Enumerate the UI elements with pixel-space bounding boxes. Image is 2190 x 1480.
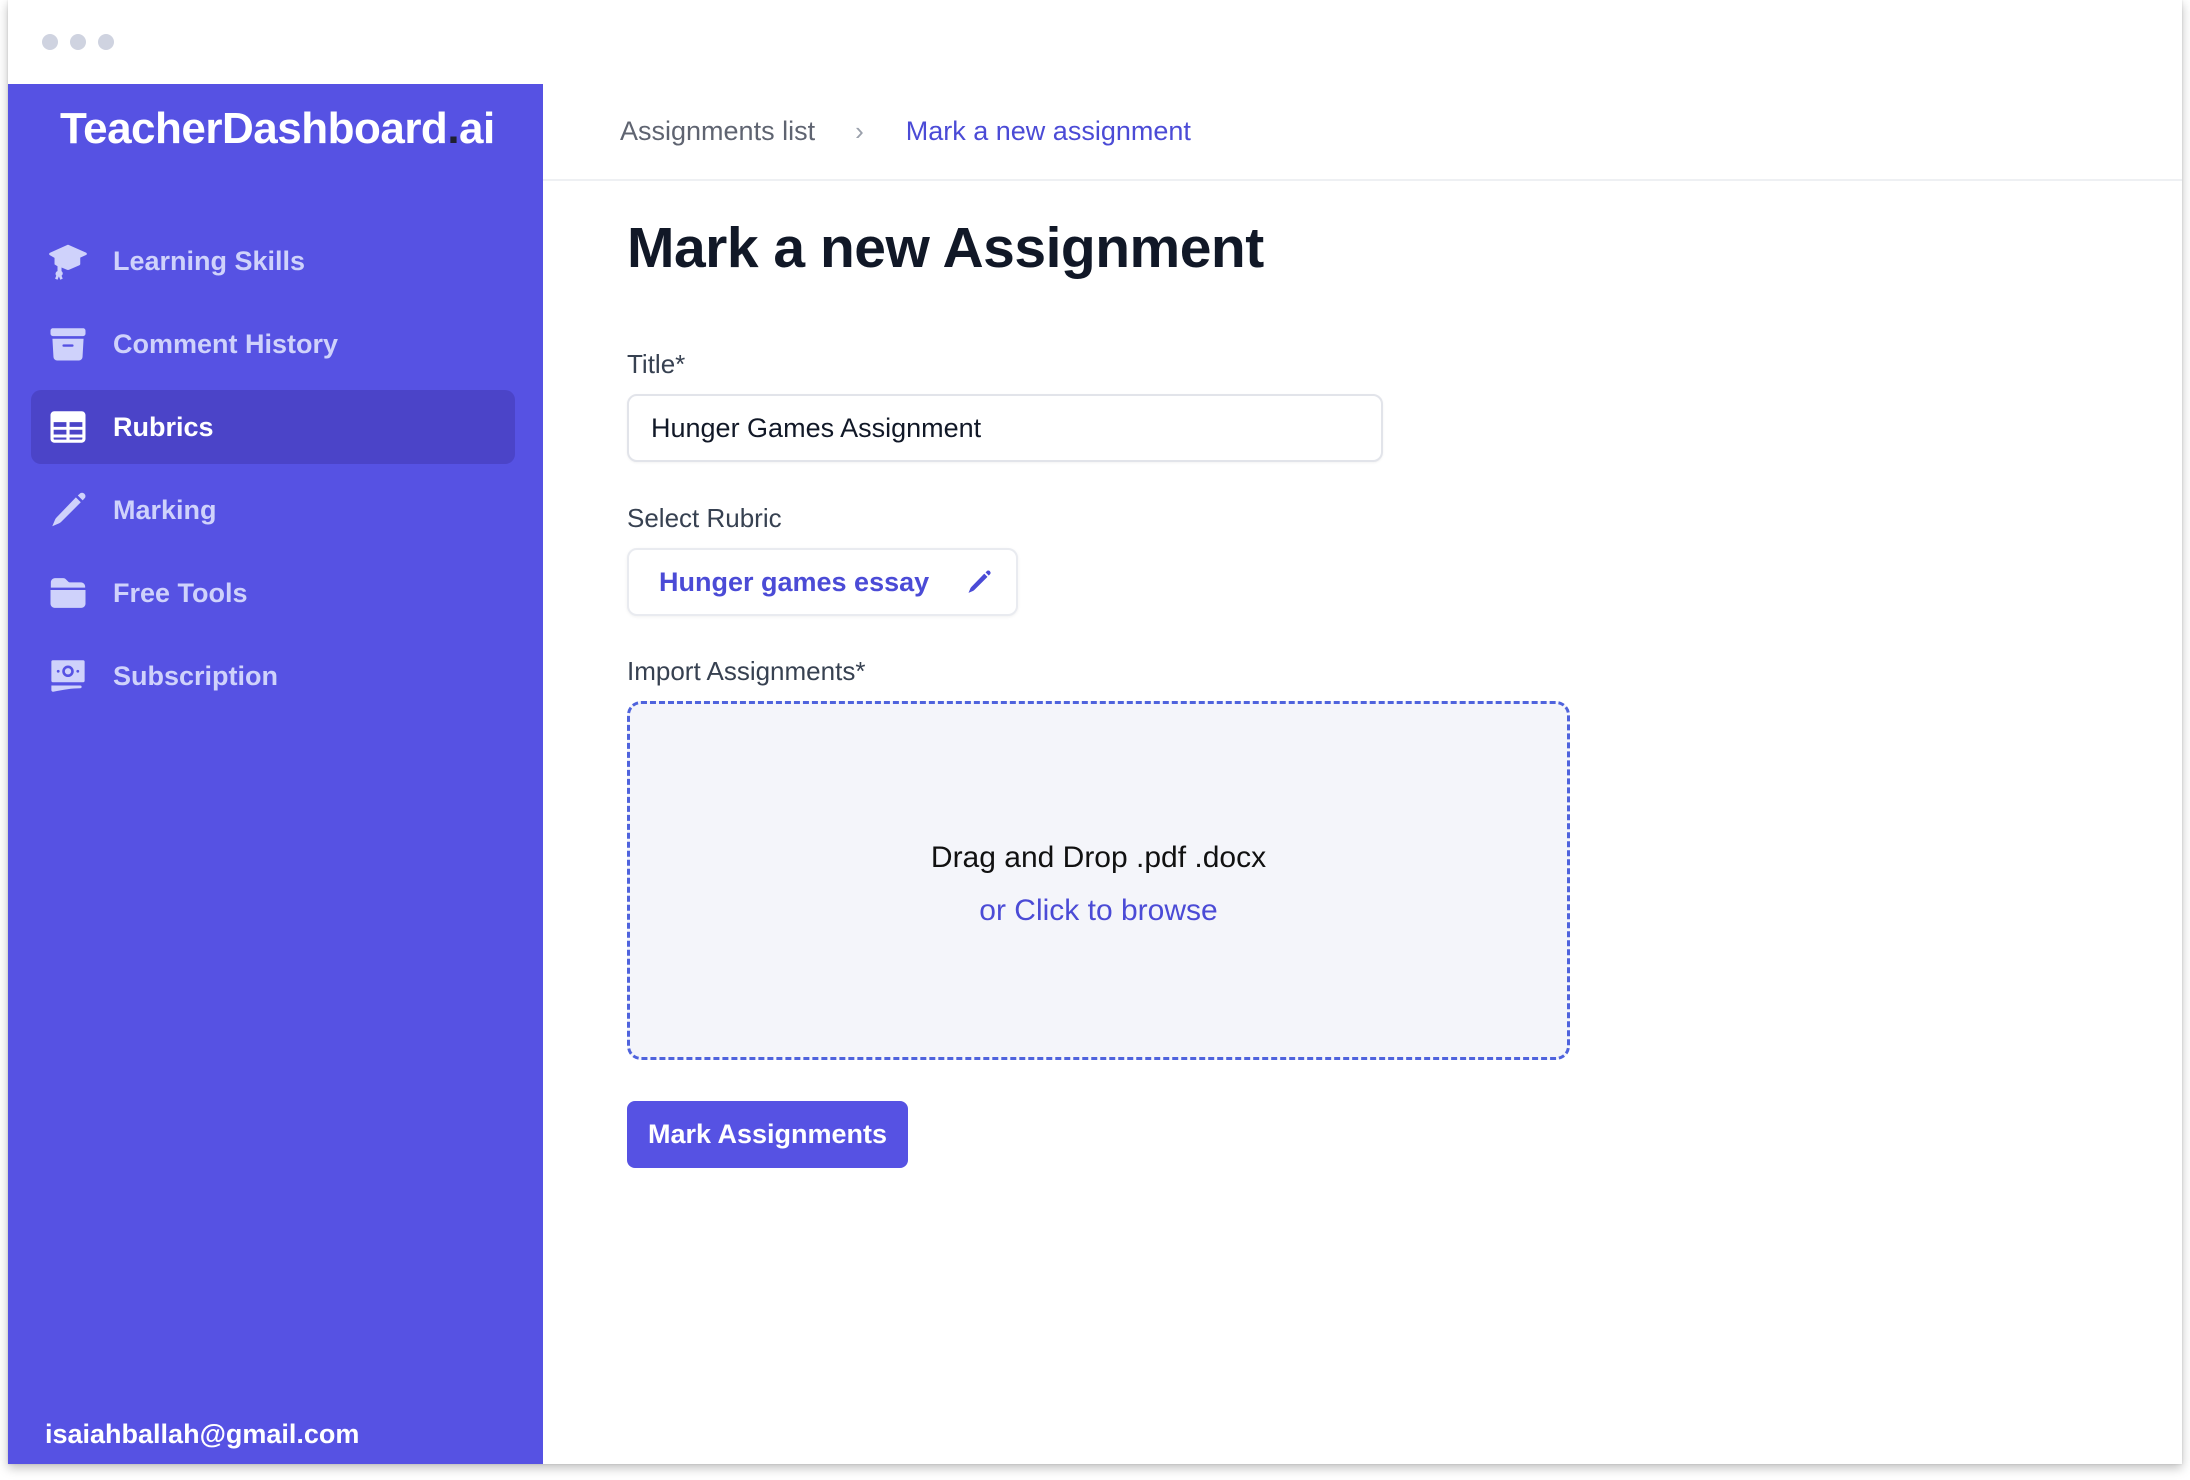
archive-box-icon	[47, 323, 89, 365]
sidebar-item-label: Comment History	[113, 328, 339, 359]
graduation-cap-icon	[47, 240, 89, 282]
sidebar-item-free-tools[interactable]: Free Tools	[31, 556, 515, 630]
app-window: TeacherDashboard.ai Learning Skills Comm…	[8, 0, 2182, 1464]
sidebar-item-label: Rubrics	[113, 411, 214, 442]
sidebar-item-rubrics[interactable]: Rubrics	[31, 390, 515, 464]
title-label: Title*	[627, 349, 686, 379]
selected-rubric: Hunger games essay	[659, 566, 930, 597]
sidebar-item-marking[interactable]: Marking	[31, 473, 515, 547]
sidebar-item-label: Learning Skills	[113, 245, 306, 276]
mark-assignments-button[interactable]: Mark Assignments	[627, 1101, 908, 1168]
browse-files-link[interactable]: or Click to browse	[630, 894, 1567, 928]
sidebar-item-learning-skills[interactable]: Learning Skills	[31, 224, 515, 298]
logo-main: TeacherDashboard	[60, 104, 448, 153]
sidebar-item-label: Marking	[113, 494, 217, 525]
sidebar-item-label: Subscription	[113, 660, 279, 691]
table-icon	[47, 406, 89, 448]
pencil-icon	[47, 489, 89, 531]
main-content: Assignments list › Mark a new assignment…	[543, 84, 2182, 1464]
title-bar	[8, 0, 2182, 84]
sidebar-item-subscription[interactable]: Subscription	[31, 639, 515, 713]
banknotes-icon	[47, 655, 89, 697]
edit-pencil-icon[interactable]	[965, 568, 993, 596]
logo-dot: .	[447, 104, 460, 153]
title-input[interactable]	[627, 394, 1383, 462]
chevron-right-icon: ›	[855, 116, 864, 146]
breadcrumb: Assignments list › Mark a new assignment	[543, 84, 2182, 181]
close-window-button[interactable]	[42, 34, 58, 50]
sidebar-item-comment-history[interactable]: Comment History	[31, 307, 515, 381]
import-label: Import Assignments*	[627, 656, 866, 686]
sidebar: TeacherDashboard.ai Learning Skills Comm…	[8, 84, 543, 1464]
window-controls	[42, 34, 114, 50]
dropzone-instructions: Drag and Drop .pdf .docx	[930, 841, 1267, 874]
logo-suffix: ai	[459, 104, 495, 153]
rubric-selector[interactable]: Hunger games essay	[627, 548, 1018, 616]
maximize-window-button[interactable]	[98, 34, 114, 50]
breadcrumb-current-page[interactable]: Mark a new assignment	[906, 116, 1191, 147]
app-logo[interactable]: TeacherDashboard.ai	[60, 104, 495, 154]
folder-icon	[47, 572, 89, 614]
page-title: Mark a new Assignment	[627, 216, 1264, 280]
sidebar-item-label: Free Tools	[113, 577, 248, 608]
breadcrumb-assignments-list[interactable]: Assignments list	[620, 116, 815, 147]
sidebar-nav: Learning Skills Comment History Rubrics …	[31, 224, 515, 722]
file-dropzone[interactable]: Drag and Drop .pdf .docx or Click to bro…	[627, 701, 1570, 1060]
rubric-label: Select Rubric	[627, 503, 782, 533]
minimize-window-button[interactable]	[70, 34, 86, 50]
assignment-form: Mark a new Assignment Title* Select Rubr…	[627, 214, 2027, 1168]
user-email[interactable]: isaiahballah@gmail.com	[45, 1419, 359, 1450]
